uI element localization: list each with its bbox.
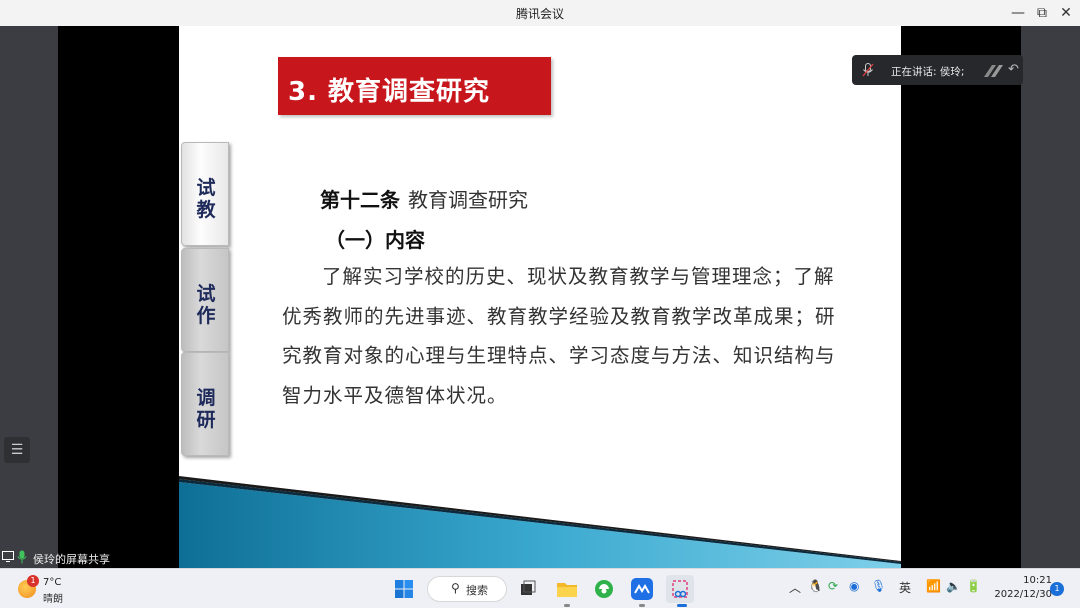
slide-tab-2: 试作 (181, 248, 229, 352)
back-arrow-icon[interactable]: ↶ (1008, 62, 1019, 77)
slide-title: 3. 教育调查研究 (278, 57, 551, 115)
list-icon: ☰ (10, 442, 24, 458)
battery-icon[interactable]: 🔋 (966, 579, 981, 593)
qq-icon[interactable]: 🐧 (808, 579, 823, 593)
body-text: 了解实习学校的历史、现状及教育教学与管理理念；了解优秀教师的先进事迹、教育教学经… (282, 265, 836, 407)
taskbar-search[interactable]: ⚲ 搜索 (427, 576, 507, 602)
screen-share-icon (2, 551, 14, 562)
clock-date: 2022/12/30 (994, 589, 1052, 600)
article-heading: 第十二条 教育调查研究 (320, 184, 528, 213)
weather-temp: 7°C (43, 577, 62, 588)
system-clock[interactable]: 10:21 2022/12/30 (994, 574, 1052, 602)
notification-badge[interactable]: 1 (1050, 582, 1064, 596)
active-indicator (564, 604, 570, 607)
share-indicator: 侯玲的屏幕共享 (0, 548, 179, 568)
tab-char: 试 (196, 283, 216, 305)
right-panel (1021, 26, 1080, 568)
tab-char: 试 (196, 177, 216, 199)
share-label: 侯玲的屏幕共享 (33, 553, 110, 566)
edge-browser-icon[interactable] (590, 575, 618, 603)
tab-char: 研 (196, 409, 216, 431)
tencent-meeting-icon[interactable] (628, 575, 656, 603)
task-view-icon[interactable] (514, 575, 542, 603)
close-button[interactable]: ✕ (1052, 0, 1080, 26)
active-indicator (639, 604, 645, 607)
article-number: 第十二条 (320, 188, 400, 212)
volume-icon[interactable]: 🔈 (946, 579, 961, 593)
file-explorer-icon[interactable] (553, 575, 581, 603)
speaking-indicator[interactable]: 正在讲话: 侯玲; ↶ (852, 55, 1023, 85)
member-list-button[interactable]: ☰ (4, 437, 30, 463)
weather-badge: 1 (27, 575, 39, 587)
slide-tab-3: 调研 (181, 352, 229, 456)
mic-muted-icon (862, 63, 874, 77)
microphone-icon[interactable]: 🎙 (871, 579, 886, 593)
window-titlebar: 腾讯会议 — ⧉ ✕ (0, 0, 1080, 26)
chevron-up-icon[interactable]: ︿ (789, 579, 801, 596)
search-label: 搜索 (466, 584, 488, 597)
section-heading: （一）内容 (325, 228, 425, 252)
tab-char: 调 (196, 387, 216, 409)
left-panel (0, 26, 58, 568)
mic-active-icon (17, 550, 27, 564)
speaking-label: 正在讲话: 侯玲; (891, 66, 965, 78)
weather-condition: 晴朗 (43, 594, 63, 605)
letterbox-left (58, 26, 179, 568)
ime-indicator[interactable]: 英 (899, 579, 911, 596)
sync-icon[interactable]: ⟳ (828, 579, 838, 593)
taskbar: 1 7°C 晴朗 ⚲ 搜索 ︿ 🐧 ⟳ ◉ 🎙 英 📶 🔈 🔋 10:21 20… (0, 568, 1080, 608)
shared-slide: 3. 教育调查研究 试教 试作 调研 第十二条 教育调查研究 （一）内容 了解实习… (179, 26, 901, 568)
window-title: 腾讯会议 (515, 7, 564, 21)
clock-time: 10:21 (1023, 575, 1052, 586)
letterbox-right (901, 26, 1021, 568)
tab-char: 教 (196, 199, 216, 221)
slide-decoration (179, 476, 901, 568)
slide-tab-1: 试教 (181, 142, 229, 246)
weather-widget[interactable]: 1 7°C 晴朗 (18, 575, 98, 605)
windows-start-icon[interactable] (390, 575, 418, 603)
active-indicator (677, 604, 687, 607)
article-name: 教育调查研究 (408, 188, 528, 212)
wifi-icon[interactable]: 📶 (926, 579, 941, 593)
security-icon[interactable]: ◉ (849, 579, 859, 593)
search-icon: ⚲ (451, 581, 460, 595)
signal-icon (984, 65, 1003, 77)
snipping-tool-icon[interactable] (666, 575, 694, 603)
tab-char: 作 (196, 305, 216, 327)
meeting-area: 3. 教育调查研究 试教 试作 调研 第十二条 教育调查研究 （一）内容 了解实习… (0, 26, 1080, 568)
